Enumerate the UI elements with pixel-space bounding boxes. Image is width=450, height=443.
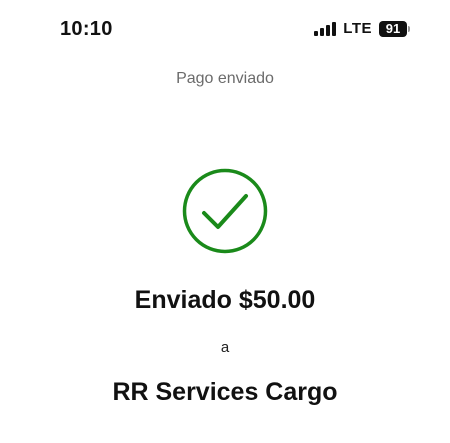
recipient-preposition: a	[220, 339, 230, 356]
battery-tip	[408, 25, 410, 32]
sent-amount-heading: Enviado $50.00	[134, 286, 316, 314]
battery-level: 91	[379, 20, 407, 37]
checkmark-circle-icon	[182, 168, 268, 254]
recipient-name: RR Services Cargo	[112, 378, 338, 406]
status-indicators: LTE 91	[314, 20, 410, 37]
battery-icon: 91	[379, 20, 410, 37]
status-time: 10:10	[60, 18, 113, 40]
page-title: Pago enviado	[176, 70, 274, 87]
network-type-label: LTE	[343, 20, 372, 37]
status-bar: 10:10 LTE 91	[0, 0, 450, 60]
cellular-signal-icon	[314, 21, 337, 36]
payment-sent-screen: 10:10 LTE 91 Pago enviado Enviado $50.00…	[0, 0, 450, 443]
